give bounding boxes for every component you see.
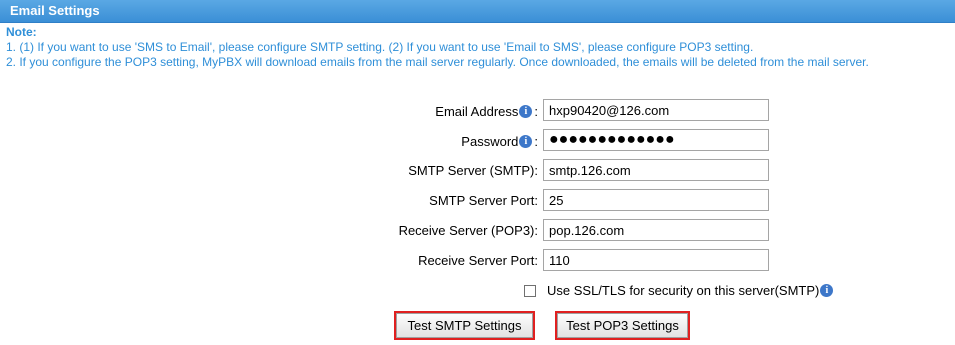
label-colon: : (534, 133, 538, 149)
note-title: Note: (6, 25, 37, 39)
note-line-2: 2. If you configure the POP3 setting, My… (6, 55, 869, 69)
password-label: Password (461, 133, 519, 149)
ssl-option: Use SSL/TLS for security on this server(… (524, 283, 834, 298)
password-input[interactable] (543, 129, 769, 151)
panel-title: Email Settings (10, 3, 100, 18)
test-smtp-button[interactable]: Test SMTP Settings (396, 313, 533, 338)
password-row-label: Password i : (461, 131, 538, 151)
smtp-server-label: SMTP Server (SMTP): (408, 162, 538, 178)
pop3-server-input[interactable] (543, 219, 769, 241)
info-icon[interactable]: i (519, 134, 533, 148)
test-smtp-highlight: Test SMTP Settings (394, 311, 535, 340)
note-line-1: 1. (1) If you want to use 'SMS to Email'… (6, 40, 754, 54)
smtp-port-label: SMTP Server Port: (429, 192, 538, 208)
label-colon: : (534, 103, 538, 119)
info-icon[interactable]: i (519, 104, 533, 118)
note-block: Note: 1. (1) If you want to use 'SMS to … (6, 25, 869, 70)
pop3-port-label: Receive Server Port: (418, 252, 538, 268)
smtp-port-input[interactable] (543, 189, 769, 211)
ssl-checkbox[interactable] (524, 284, 536, 297)
pop3-port-input[interactable] (543, 249, 769, 271)
pop3-server-label: Receive Server (POP3): (398, 222, 538, 238)
panel-header: Email Settings (0, 0, 955, 23)
test-pop3-highlight: Test POP3 Settings (555, 311, 690, 340)
email-address-row-label: Email Address i : (435, 101, 538, 121)
ssl-label: Use SSL/TLS for security on this server(… (547, 283, 820, 298)
email-address-input[interactable] (543, 99, 769, 121)
email-address-label: Email Address (435, 103, 519, 119)
smtp-server-input[interactable] (543, 159, 769, 181)
info-icon[interactable]: i (820, 284, 834, 297)
test-pop3-button[interactable]: Test POP3 Settings (557, 313, 688, 338)
